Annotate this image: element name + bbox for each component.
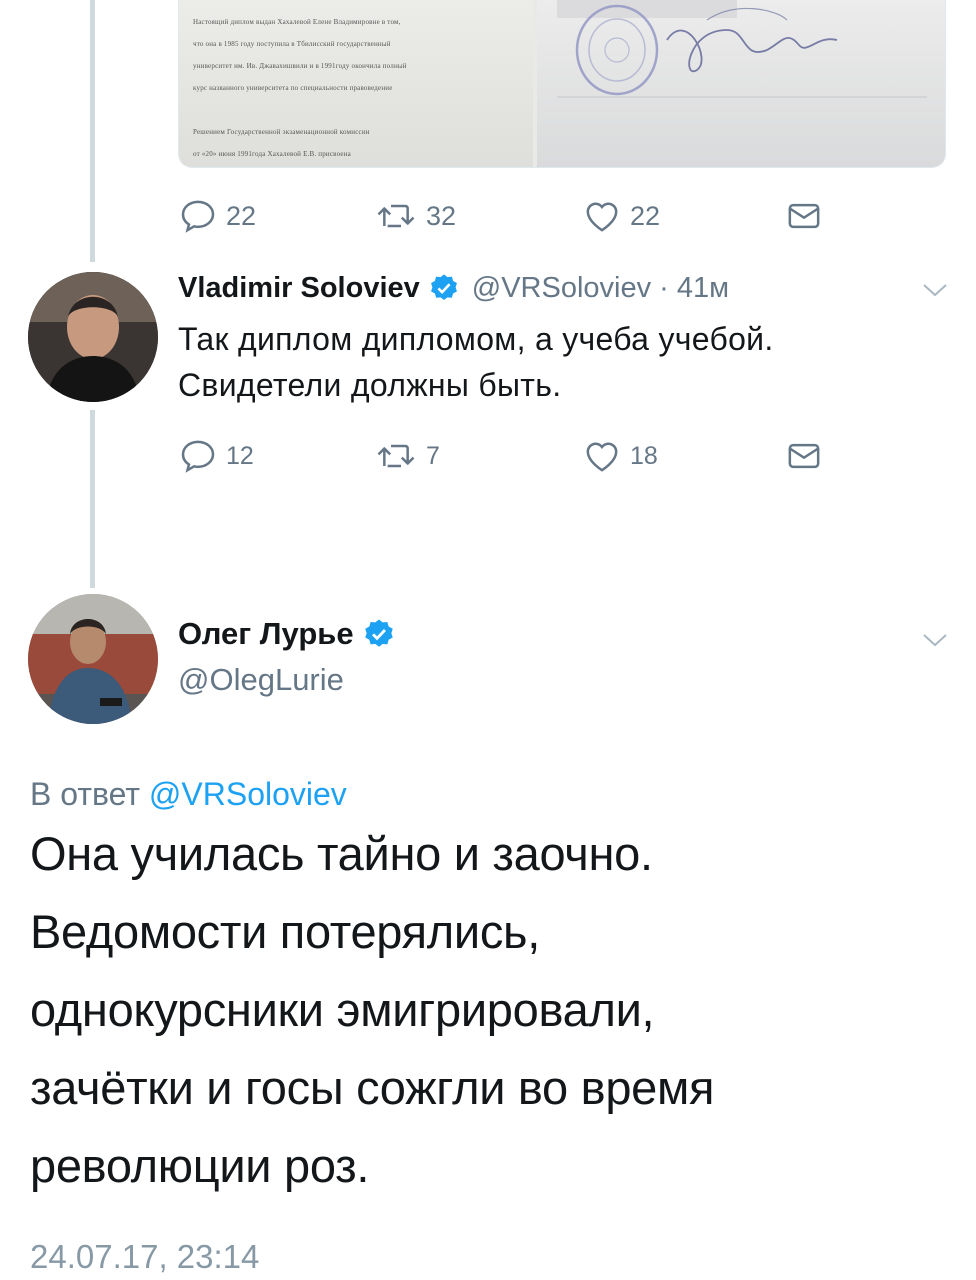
tweet-timestamp[interactable]: 24.07.17, 23:14 (30, 1238, 259, 1276)
diploma-line-3: университет им. Ив. Джавахишвили и в 199… (193, 62, 407, 70)
avatar-soloviev[interactable] (28, 272, 158, 402)
avatar-lurie-graphic (28, 594, 158, 724)
avatar-soloviev-graphic (28, 272, 158, 402)
retweet-button[interactable]: 32 (374, 196, 456, 236)
verified-icon (430, 274, 457, 300)
tweet2-text: Она училась тайно и заочно. Ведомости по… (30, 815, 950, 1205)
tweet2-text-line: однокурсники эмигрировали, (30, 983, 655, 1036)
retweet-button[interactable]: 7 (374, 436, 440, 476)
dm-icon (788, 443, 820, 469)
reply-count: 12 (226, 441, 254, 470)
reply-prefix: В ответ (30, 776, 141, 812)
chevron-down-icon[interactable] (918, 626, 952, 652)
diploma-line-5: Решением Государственной экзаменационной… (193, 128, 370, 136)
reply-mention-link[interactable]: @VRSoloviev (149, 776, 347, 812)
reply-context: В ответ @VRSoloviev (30, 776, 347, 813)
retweet-count: 32 (426, 200, 457, 231)
retweet-icon (377, 204, 415, 228)
tweet1-header: Vladimir Soloviev @VRSoloviev · 41м (178, 268, 729, 308)
diploma-line-4: курс названного университета по специаль… (193, 84, 393, 92)
like-icon (586, 202, 618, 232)
media-tweet-actions: 22 32 22 (178, 196, 828, 236)
tweet1-actions: 12 7 18 (178, 436, 828, 476)
diploma-seal-image (537, 0, 945, 167)
reply-icon (181, 200, 215, 233)
reply-button[interactable]: 12 (178, 436, 254, 476)
thread-line-top (90, 0, 95, 262)
like-icon (586, 442, 618, 472)
like-button[interactable]: 22 (582, 196, 660, 236)
like-count: 22 (630, 200, 661, 231)
retweet-icon (377, 444, 415, 468)
tweet1-text-line-2: Свидетели должны быть. (178, 367, 562, 403)
thread-line-middle (90, 410, 95, 588)
diploma-line-2: что она в 1985 году поступила в Тбилисск… (193, 40, 391, 48)
reply-button[interactable]: 22 (178, 196, 256, 236)
like-count: 18 (630, 441, 658, 470)
dm-button[interactable] (784, 196, 824, 236)
diploma-line-1: Настоящий диплом выдан Хахалевой Елене В… (193, 18, 401, 26)
diploma-line-6: от «20» июня 1991года Хахалевой Е.В. при… (193, 150, 351, 158)
tweet1-text-line-1: Так диплом дипломом, а учеба учебой. (178, 321, 774, 357)
reply-count: 22 (226, 200, 257, 231)
diploma-text-image: Настоящий диплом выдан Хахалевой Елене В… (179, 0, 533, 167)
author-handle[interactable]: @VRSoloviev (472, 272, 651, 305)
chevron-down-icon[interactable] (918, 276, 952, 302)
avatar-lurie[interactable] (28, 594, 158, 724)
tweet2-text-line: революции роз. (30, 1139, 370, 1192)
reply-icon (181, 440, 215, 473)
verified-icon (364, 619, 393, 647)
tweet2-text-line: Ведомости потерялись, (30, 905, 540, 958)
dm-icon (788, 203, 820, 229)
tweet-time: · 41м (659, 271, 730, 304)
like-button[interactable]: 18 (582, 436, 658, 476)
tweet2-text-line: Она училась тайно и заочно. (30, 827, 653, 880)
author-name[interactable]: Vladimir Soloviev (178, 272, 420, 305)
tweet2-name-row: Олег Лурье (178, 612, 396, 656)
tweet-media[interactable]: Настоящий диплом выдан Хахалевой Елене В… (178, 0, 946, 168)
author-name[interactable]: Олег Лурье (178, 616, 354, 652)
seal-and-signature-graphic (557, 0, 927, 98)
dm-button[interactable] (784, 436, 824, 476)
retweet-count: 7 (426, 441, 440, 470)
tweet2-text-line: зачётки и госы сожгли во время (30, 1061, 715, 1114)
author-handle[interactable]: @OlegLurie (178, 662, 344, 698)
